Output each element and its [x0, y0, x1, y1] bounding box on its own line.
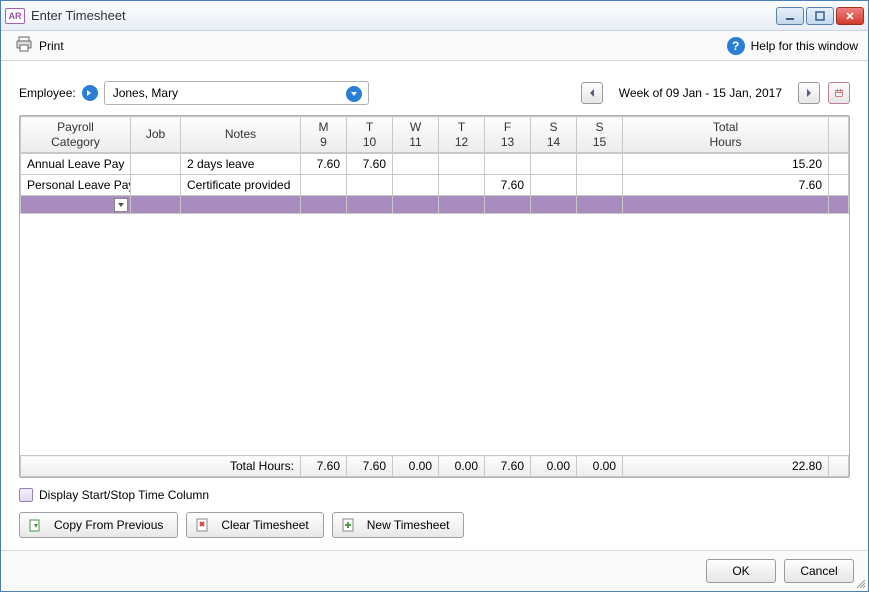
copy-from-previous-button[interactable]: Copy From Previous: [19, 512, 178, 538]
cell-hours[interactable]: [347, 175, 393, 196]
employee-lookup-icon[interactable]: [82, 85, 98, 101]
cell-hours[interactable]: 7.60: [301, 154, 347, 175]
total-day: 0.00: [577, 456, 623, 477]
table-row[interactable]: Annual Leave Pay 2 days leave 7.60 7.60 …: [21, 154, 849, 175]
table-row[interactable]: Personal Leave Pay Certificate provided …: [21, 175, 849, 196]
clear-icon: [195, 517, 211, 533]
employee-row: Employee: Jones, Mary Week of 09 Jan - 1…: [19, 81, 850, 105]
cell-category[interactable]: Personal Leave Pay: [21, 175, 131, 196]
display-start-stop-checkbox[interactable]: Display Start/Stop Time Column: [19, 488, 850, 502]
header-row: Payroll Category Job Notes M9 T10 W11 T1…: [21, 117, 849, 153]
employee-name: Jones, Mary: [113, 86, 178, 100]
close-button[interactable]: [836, 7, 864, 25]
col-notes[interactable]: Notes: [181, 117, 301, 153]
col-total-hours[interactable]: Total Hours: [623, 117, 829, 153]
cell-row-total: 7.60: [623, 175, 829, 196]
calendar-button[interactable]: [828, 82, 850, 104]
window-title: Enter Timesheet: [31, 8, 776, 23]
help-link[interactable]: ? Help for this window: [727, 37, 858, 55]
total-day: 0.00: [531, 456, 577, 477]
resize-grip[interactable]: [854, 577, 866, 589]
employee-label: Employee:: [19, 86, 76, 100]
checkbox-label: Display Start/Stop Time Column: [39, 488, 209, 502]
cell-row-total: 15.20: [623, 154, 829, 175]
col-day-tue[interactable]: T10: [347, 117, 393, 153]
col-scrollbar-header: [829, 117, 849, 153]
print-icon: [15, 35, 33, 56]
week-label: Week of 09 Jan - 15 Jan, 2017: [611, 86, 790, 100]
total-day: 7.60: [301, 456, 347, 477]
cell-hours[interactable]: [301, 175, 347, 196]
copy-icon: [28, 517, 44, 533]
week-prev-button[interactable]: [581, 82, 603, 104]
toolbar: Print ? Help for this window: [1, 31, 868, 61]
cell-hours[interactable]: [393, 154, 439, 175]
total-day: 7.60: [485, 456, 531, 477]
cell-hours[interactable]: [393, 175, 439, 196]
dialog-footer: OK Cancel: [1, 550, 868, 591]
app-icon: AR: [5, 8, 25, 24]
cell-category[interactable]: Annual Leave Pay: [21, 154, 131, 175]
total-day: 7.60: [347, 456, 393, 477]
cell-hours[interactable]: [577, 175, 623, 196]
col-payroll-category[interactable]: Payroll Category: [21, 117, 131, 153]
new-icon: [341, 517, 357, 533]
cell-hours[interactable]: [531, 154, 577, 175]
ok-button[interactable]: OK: [706, 559, 776, 583]
employee-dropdown-icon[interactable]: [346, 86, 362, 102]
clear-timesheet-button[interactable]: Clear Timesheet: [186, 512, 323, 538]
week-next-button[interactable]: [798, 82, 820, 104]
help-icon: ?: [727, 37, 745, 55]
timesheet-grid: Payroll Category Job Notes M9 T10 W11 T1…: [19, 115, 850, 478]
totals-row: Total Hours: 7.60 7.60 0.00 0.00 7.60 0.…: [21, 456, 849, 477]
cancel-button[interactable]: Cancel: [784, 559, 854, 583]
cell-hours[interactable]: [531, 175, 577, 196]
cell-hours[interactable]: [439, 175, 485, 196]
col-day-sun[interactable]: S15: [577, 117, 623, 153]
cell-job[interactable]: [131, 175, 181, 196]
cell-hours[interactable]: 7.60: [347, 154, 393, 175]
new-row[interactable]: [21, 196, 849, 214]
category-dropdown-icon[interactable]: [114, 198, 128, 212]
total-day: 0.00: [439, 456, 485, 477]
grand-total: 22.80: [623, 456, 829, 477]
cell-hours[interactable]: [577, 154, 623, 175]
col-day-wed[interactable]: W11: [393, 117, 439, 153]
maximize-button[interactable]: [806, 7, 834, 25]
col-day-mon[interactable]: M9: [301, 117, 347, 153]
col-day-sat[interactable]: S14: [531, 117, 577, 153]
cell-hours[interactable]: [439, 154, 485, 175]
minimize-button[interactable]: [776, 7, 804, 25]
print-label: Print: [39, 39, 64, 53]
enter-timesheet-window: AR Enter Timesheet Print ? Help for this…: [0, 0, 869, 592]
titlebar: AR Enter Timesheet: [1, 1, 868, 31]
col-day-fri[interactable]: F13: [485, 117, 531, 153]
cell-job[interactable]: [131, 154, 181, 175]
totals-label: Total Hours:: [21, 456, 301, 477]
total-day: 0.00: [393, 456, 439, 477]
checkbox-icon: [19, 488, 33, 502]
cell-notes[interactable]: 2 days leave: [181, 154, 301, 175]
col-job[interactable]: Job: [131, 117, 181, 153]
new-timesheet-button[interactable]: New Timesheet: [332, 512, 465, 538]
cell-hours[interactable]: [485, 154, 531, 175]
cell-hours[interactable]: 7.60: [485, 175, 531, 196]
cell-notes[interactable]: Certificate provided: [181, 175, 301, 196]
employee-input[interactable]: Jones, Mary: [104, 81, 369, 105]
help-label: Help for this window: [751, 39, 858, 53]
col-day-thu[interactable]: T12: [439, 117, 485, 153]
print-button[interactable]: Print: [11, 33, 68, 58]
